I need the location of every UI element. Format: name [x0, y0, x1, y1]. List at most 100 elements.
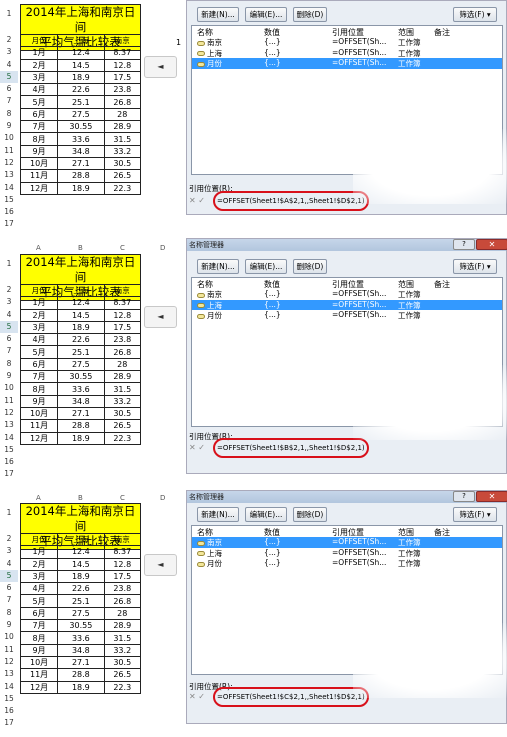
cell[interactable]: 27.5 [57, 107, 105, 122]
cell[interactable]: 18.9 [57, 569, 105, 584]
edit-button[interactable]: 编辑(E)... [245, 507, 287, 522]
row-header[interactable]: 13 [0, 668, 18, 680]
row-header[interactable]: 4 [0, 309, 18, 321]
new-button[interactable]: 新建(N)... [197, 259, 239, 274]
cell[interactable]: 6月 [19, 606, 59, 621]
ref-cancel-confirm-icons[interactable]: ✕ ✓ [189, 443, 205, 452]
cell[interactable]: 1月 [19, 46, 59, 60]
col-header[interactable]: B [78, 244, 83, 252]
cell[interactable]: 28.9 [103, 619, 142, 633]
row-header[interactable]: 2 [0, 284, 18, 296]
cell[interactable]: 31.5 [103, 382, 142, 396]
row-header[interactable]: 5 [0, 70, 18, 84]
row-header[interactable]: 9 [0, 370, 18, 382]
header-cell[interactable]: 月份 [19, 33, 59, 48]
cell[interactable]: 17.5 [103, 320, 142, 335]
row-header[interactable]: 14 [0, 432, 18, 444]
cell[interactable]: 9月 [19, 394, 59, 408]
cell[interactable]: 26.5 [103, 668, 142, 682]
cell[interactable]: 22.6 [57, 83, 105, 97]
help-button[interactable]: ? [453, 239, 475, 250]
row-header[interactable]: 14 [0, 681, 18, 693]
cell[interactable]: 28 [103, 107, 142, 122]
row-header[interactable]: 4 [0, 59, 18, 71]
delete-button[interactable]: 删除(D) [293, 7, 327, 22]
cell[interactable]: 27.1 [57, 156, 105, 171]
cell[interactable]: 14.5 [57, 557, 105, 571]
cell[interactable]: 26.8 [103, 594, 142, 608]
cell[interactable]: 7月 [19, 120, 59, 134]
row-header[interactable]: 8 [0, 108, 18, 120]
cell[interactable]: 23.8 [103, 582, 142, 596]
cell[interactable]: 26.5 [103, 419, 142, 433]
cell[interactable]: 12月 [19, 680, 59, 694]
cell[interactable]: 2月 [19, 557, 59, 571]
delete-button[interactable]: 删除(D) [293, 259, 327, 274]
row-header[interactable]: 8 [0, 607, 18, 619]
cell[interactable]: 31.5 [103, 132, 142, 146]
row-header[interactable]: 12 [0, 656, 18, 668]
list-item[interactable]: 上海 {...} =OFFSET(Sh... 工作簿 [192, 48, 502, 59]
help-button[interactable]: ? [453, 491, 475, 502]
row-header[interactable]: 17 [0, 717, 18, 729]
row-header[interactable]: 14 [0, 182, 18, 194]
row-header[interactable]: 6 [0, 333, 18, 345]
list-item-selected[interactable]: 南京 {...} =OFFSET(Sh... 工作簿 [192, 537, 502, 548]
cell[interactable]: 12.4 [57, 296, 105, 310]
cell[interactable]: 33.6 [57, 382, 105, 396]
cell[interactable]: 25.1 [57, 345, 105, 359]
row-header[interactable]: 6 [0, 582, 18, 594]
cell[interactable]: 8月 [19, 631, 59, 645]
list-item[interactable]: 上海 {...} =OFFSET(Sh... 工作簿 [192, 548, 502, 559]
header-cell[interactable]: 月份 [19, 283, 59, 298]
cell[interactable]: 18.9 [57, 320, 105, 335]
list-item[interactable]: 南京 {...} =OFFSET(Sh... 工作簿 [192, 37, 502, 48]
cell[interactable]: 5月 [19, 95, 59, 109]
row-header[interactable]: 13 [0, 169, 18, 181]
col-header[interactable]: A [36, 244, 41, 252]
row-header[interactable]: 16 [0, 456, 18, 468]
row-header[interactable]: 11 [0, 395, 18, 407]
cell[interactable]: 8月 [19, 132, 59, 146]
row-header[interactable]: 5 [0, 569, 18, 583]
cell[interactable]: 33.2 [103, 643, 142, 657]
cell[interactable]: 33.6 [57, 631, 105, 645]
cell[interactable]: 22.6 [57, 333, 105, 347]
cell[interactable]: 17.5 [103, 569, 142, 584]
cell[interactable]: 4月 [19, 83, 59, 97]
col-header[interactable]: C [120, 494, 125, 502]
cell[interactable]: 7月 [19, 619, 59, 633]
cell[interactable]: 28.9 [103, 370, 142, 384]
collapse-arrow-button[interactable]: ◄ [144, 56, 177, 78]
cell[interactable]: 12.8 [103, 308, 142, 322]
row-header[interactable]: 10 [0, 382, 18, 394]
row-header[interactable]: 12 [0, 157, 18, 169]
header-cell[interactable]: 南京 [103, 532, 142, 547]
cell[interactable]: 27.5 [57, 357, 105, 372]
cell[interactable]: 12.8 [103, 557, 142, 571]
list-item-selected[interactable]: 上海 {...} =OFFSET(Sh... 工作簿 [192, 299, 502, 310]
list-item[interactable]: 南京 {...} =OFFSET(Sh... 工作簿 [192, 289, 502, 300]
cell[interactable]: 30.5 [103, 406, 142, 421]
row-header[interactable]: 16 [0, 705, 18, 717]
collapse-arrow-button[interactable]: ◄ [144, 554, 177, 576]
cell[interactable]: 1月 [19, 545, 59, 559]
row-header[interactable]: 3 [0, 46, 18, 58]
filter-button[interactable]: 筛选(F) ▾ [453, 259, 497, 274]
cell[interactable]: 18.9 [57, 70, 105, 85]
cell[interactable]: 28.8 [57, 169, 105, 183]
cell[interactable]: 11月 [19, 419, 59, 433]
cell[interactable]: 1月 [19, 296, 59, 310]
cell[interactable]: 3月 [19, 569, 59, 584]
cell[interactable]: 30.55 [57, 619, 105, 633]
row-header[interactable]: 17 [0, 218, 18, 230]
row-header[interactable]: 17 [0, 468, 18, 480]
row-header[interactable]: 2 [0, 34, 18, 46]
filter-button[interactable]: 筛选(F) ▾ [453, 7, 497, 22]
header-cell[interactable]: 上海 [57, 532, 105, 547]
cell[interactable]: 11月 [19, 169, 59, 183]
cell[interactable]: 14.5 [57, 58, 105, 72]
row-header[interactable]: 12 [0, 407, 18, 419]
row-header[interactable]: 7 [0, 95, 18, 107]
cell[interactable]: 12.4 [57, 545, 105, 559]
